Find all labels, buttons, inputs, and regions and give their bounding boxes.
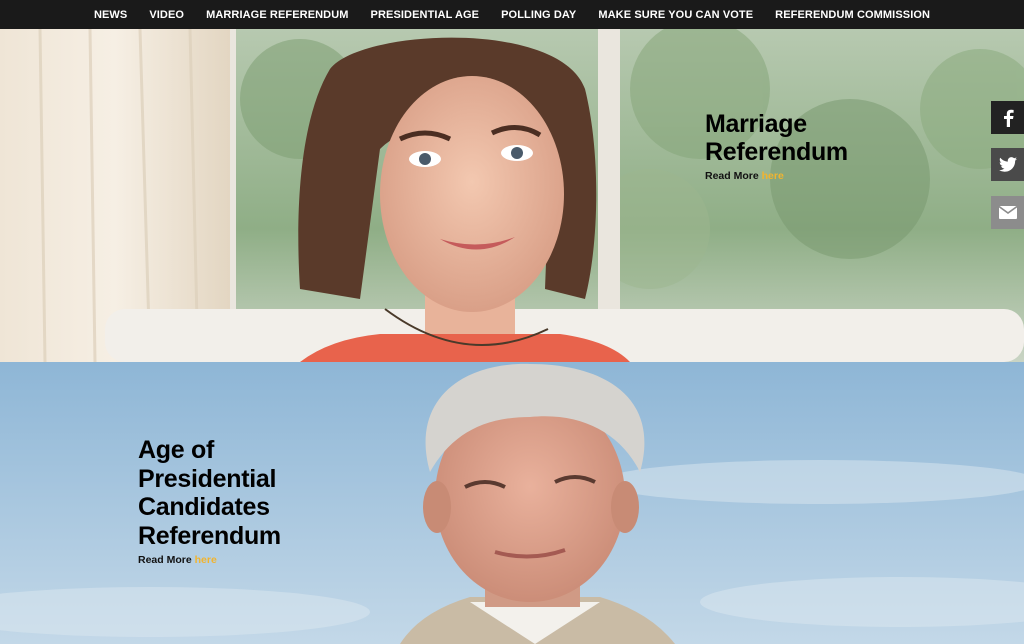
read-more-here-link[interactable]: here xyxy=(762,170,784,182)
read-more: Read More here xyxy=(705,170,875,182)
title-line: Marriage xyxy=(705,110,807,138)
title-line: Presidential xyxy=(138,464,277,493)
marriage-referendum-hero: Marriage Referendum Read More here xyxy=(0,29,1024,362)
facebook-icon xyxy=(1003,109,1014,127)
nav-item-presidential-age[interactable]: PRESIDENTIAL AGE xyxy=(371,9,480,21)
title-line: Candidates xyxy=(138,493,270,521)
nav-item-news[interactable]: NEWS xyxy=(94,9,127,21)
presidential-age-title: Age of Presidential Candidates Referendu… xyxy=(138,436,318,550)
title-line: Age of xyxy=(138,436,214,464)
title-line: Referendum xyxy=(138,521,281,550)
nav-item-marriage-referendum[interactable]: MARRIAGE REFERENDUM xyxy=(206,9,348,21)
twitter-icon xyxy=(998,157,1017,172)
email-icon xyxy=(998,206,1017,219)
email-share-button[interactable] xyxy=(991,196,1024,229)
facebook-share-button[interactable] xyxy=(991,101,1024,134)
presidential-age-headline: Age of Presidential Candidates Referendu… xyxy=(138,436,318,566)
top-navigation: NEWS VIDEO MARRIAGE REFERENDUM PRESIDENT… xyxy=(0,0,1024,29)
read-more: Read More here xyxy=(138,554,318,566)
title-line: Referendum xyxy=(705,138,848,166)
marriage-referendum-headline: Marriage Referendum Read More here xyxy=(705,110,875,182)
read-more-label: Read More xyxy=(138,554,195,566)
read-more-label: Read More xyxy=(705,170,762,182)
twitter-share-button[interactable] xyxy=(991,148,1024,181)
nav-menu: NEWS VIDEO MARRIAGE REFERENDUM PRESIDENT… xyxy=(0,0,1024,29)
nav-item-polling-day[interactable]: POLLING DAY xyxy=(501,9,576,21)
read-more-here-link[interactable]: here xyxy=(195,554,217,566)
young-woman-photo xyxy=(0,29,1024,362)
nav-item-video[interactable]: VIDEO xyxy=(149,9,184,21)
nav-item-make-sure-you-can-vote[interactable]: MAKE SURE YOU CAN VOTE xyxy=(598,9,753,21)
marriage-referendum-title: Marriage Referendum xyxy=(705,110,875,166)
nav-item-referendum-commission[interactable]: REFERENDUM COMMISSION xyxy=(775,9,930,21)
